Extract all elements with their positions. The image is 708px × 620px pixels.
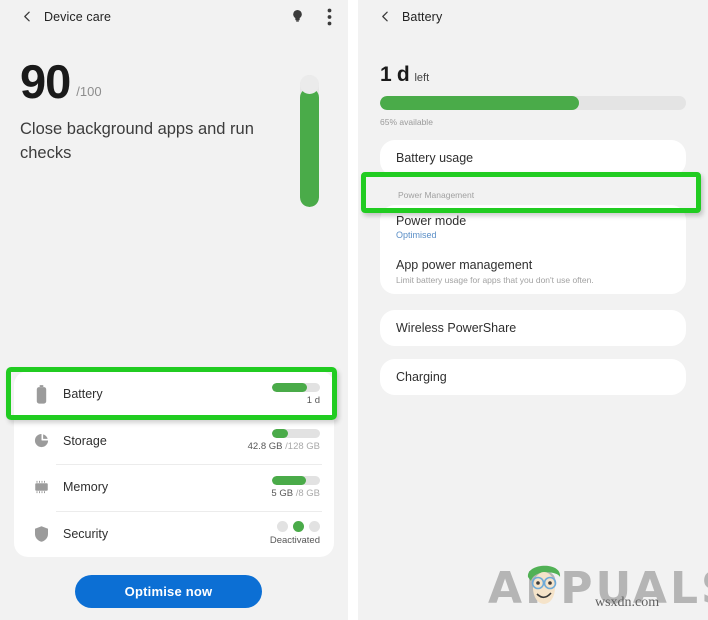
device-score-gauge — [300, 75, 319, 207]
gauge-cap — [300, 75, 319, 94]
app-power-management-row[interactable]: App power management Limit battery usage… — [380, 249, 686, 294]
status-row-label: Memory — [63, 480, 109, 495]
charging-label: Charging — [396, 370, 447, 384]
battery-usage-label: Battery usage — [396, 151, 474, 165]
page-title: Battery — [402, 9, 443, 24]
status-value-secondary: /128 GB — [285, 441, 320, 453]
app-power-management-label: App power management — [396, 258, 533, 272]
score-denominator: /100 — [76, 84, 102, 100]
score-line: 90 /100 — [20, 55, 348, 108]
status-row-security[interactable]: Security Deactivated — [14, 510, 334, 558]
device-status-card: Battery 1 d Storage 42.8 GB /128 GB Memo… — [14, 371, 334, 557]
lightbulb-icon[interactable] — [288, 6, 306, 28]
page-title: Device care — [44, 9, 112, 24]
optimise-now-button[interactable]: Optimise now — [75, 575, 262, 608]
status-value-secondary: /8 GB — [295, 487, 320, 499]
battery-body: 1 d left 65% available Battery usage Pow… — [358, 33, 708, 395]
shield-icon — [28, 525, 54, 542]
battery-available-caption: 65% available — [380, 117, 433, 127]
app-power-management-subtitle: Limit battery usage for apps that you do… — [396, 275, 594, 285]
status-row-storage[interactable]: Storage 42.8 GB /128 GB — [14, 417, 334, 465]
score-value: 90 — [20, 55, 71, 108]
status-row-label: Battery — [63, 387, 103, 402]
charging-row[interactable]: Charging — [380, 359, 686, 395]
status-row-battery[interactable]: Battery 1 d — [14, 371, 334, 418]
wireless-powershare-label: Wireless PowerShare — [396, 321, 517, 335]
storage-pie-icon — [28, 433, 54, 448]
back-icon[interactable] — [12, 2, 42, 32]
battery-settings-panel: Battery 1 d left 65% available Battery u… — [358, 0, 708, 620]
status-row-metrics: 1 d — [272, 382, 320, 406]
status-value-primary: 5 GB — [271, 487, 294, 499]
device-care-panel: Device care 90 /100 Close background app… — [0, 0, 348, 620]
power-mode-label: Power mode — [396, 214, 467, 228]
device-care-header: Device care — [0, 0, 348, 33]
power-management-section-label: Power Management — [398, 190, 475, 200]
status-row-metrics: 5 GB /8 GB — [271, 475, 320, 499]
security-status-dots — [277, 521, 320, 533]
kebab-menu-icon[interactable] — [320, 6, 338, 28]
status-value: 42.8 GB /128 GB — [248, 441, 320, 452]
power-mode-row[interactable]: Power mode Optimised — [380, 205, 686, 249]
battery-usage-row[interactable]: Battery usage — [380, 140, 686, 176]
status-value: 1 d — [307, 395, 320, 406]
status-row-memory[interactable]: Memory 5 GB /8 GB — [14, 464, 334, 511]
battery-remaining: 1 d left — [380, 64, 686, 85]
header-actions — [288, 0, 338, 33]
screenshot-root: Device care 90 /100 Close background app… — [0, 0, 708, 620]
power-mode-value: Optimised — [396, 230, 437, 240]
status-value: 5 GB /8 GB — [271, 488, 320, 499]
status-row-metrics: Deactivated — [270, 521, 320, 546]
status-value-primary: 42.8 GB — [247, 441, 283, 453]
wireless-powershare-row[interactable]: Wireless PowerShare — [380, 310, 686, 346]
status-bar — [272, 475, 320, 485]
battery-header: Battery — [358, 0, 708, 33]
battery-remaining-value: 1 d — [380, 63, 410, 86]
status-value: Deactivated — [270, 535, 320, 546]
status-bar — [272, 382, 320, 392]
status-value-primary: 1 d — [306, 394, 320, 406]
battery-level-bar — [380, 96, 686, 110]
battery-icon — [28, 384, 54, 404]
status-bar — [272, 429, 320, 439]
status-row-label: Security — [63, 526, 109, 541]
gauge-fill — [300, 88, 319, 207]
device-score-block: 90 /100 Close background apps and run ch… — [0, 33, 348, 207]
status-row-metrics: 42.8 GB /128 GB — [248, 429, 320, 452]
memory-chip-icon — [28, 480, 54, 494]
power-management-group: Power mode Optimised App power managemen… — [380, 205, 686, 294]
status-row-label: Storage — [63, 433, 107, 448]
back-icon[interactable] — [370, 2, 400, 32]
battery-remaining-unit: left — [414, 72, 430, 84]
status-value-primary: Deactivated — [269, 535, 320, 547]
score-description: Close background apps and run checks — [20, 120, 254, 163]
